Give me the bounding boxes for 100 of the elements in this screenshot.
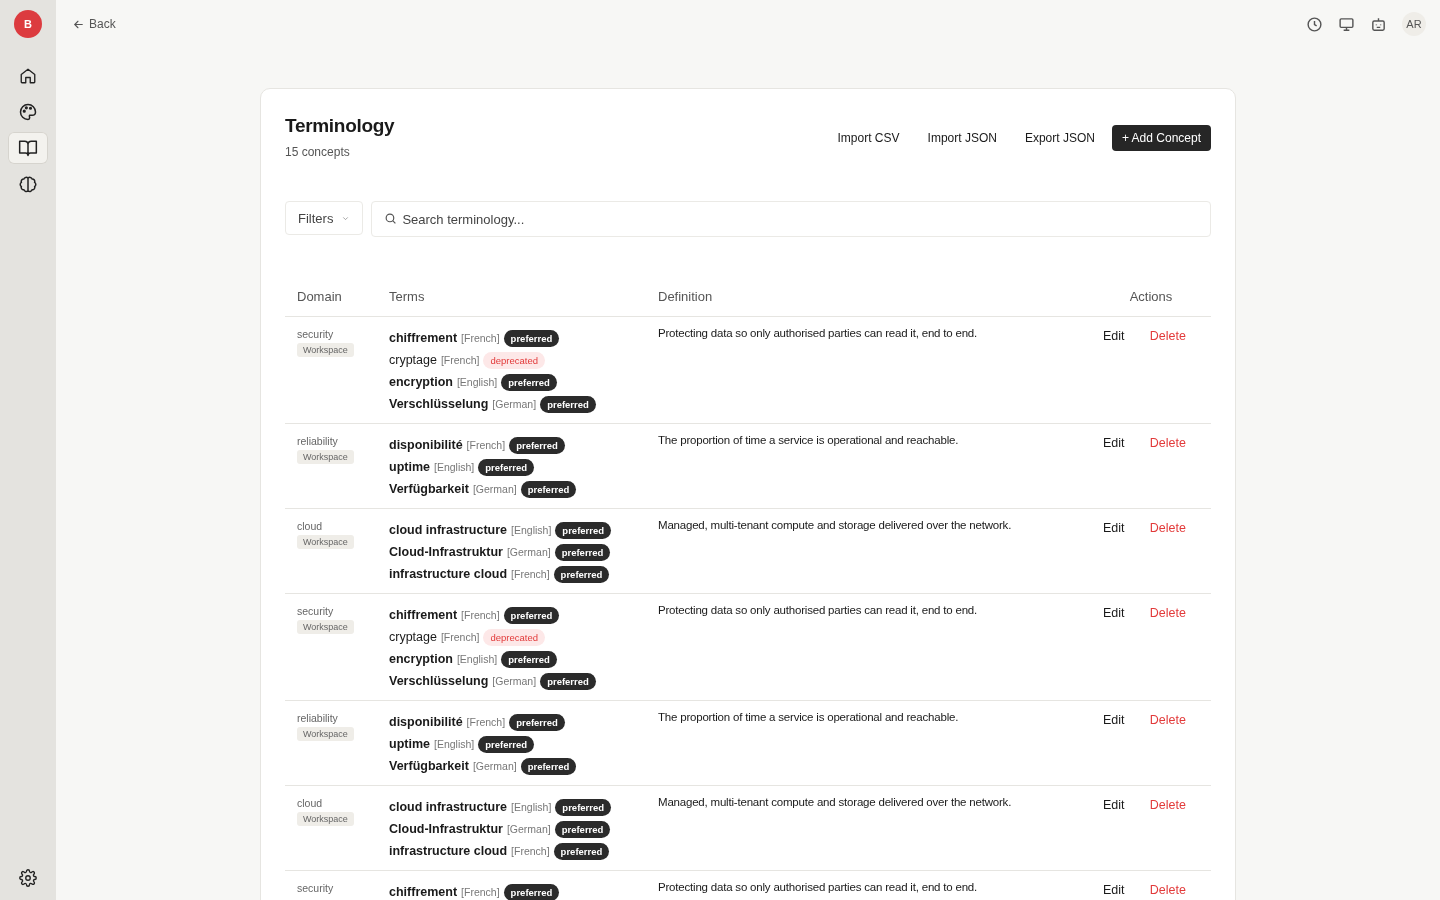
scope-badge: Workspace (297, 343, 354, 357)
definition-text: Managed, multi-tenant compute and storage delivered over the network. (658, 519, 1013, 531)
definition-text: Protecting data so only authorised parties can read it, end to end. (658, 327, 979, 339)
status-badge: preferred (503, 606, 560, 624)
term-name: infrastructure cloud (389, 844, 508, 858)
status-badge: preferred (520, 757, 577, 775)
language-tag: [French] (466, 439, 506, 451)
delete-button[interactable]: Delete (1149, 883, 1186, 897)
status-badge: preferred (478, 735, 534, 753)
term-name: disponibilité (389, 715, 463, 729)
edit-button[interactable]: Edit (1103, 606, 1125, 620)
toolbar-button[interactable]: Export JSON (1013, 125, 1106, 151)
status-badge: preferred (501, 650, 557, 668)
delete-button[interactable]: Delete (1149, 798, 1186, 812)
status-badge: deprecated (483, 628, 545, 646)
scope-badge: Workspace (297, 450, 354, 464)
term-name: cryptage (389, 353, 437, 367)
status-badge: preferred (478, 458, 534, 476)
status-badge: deprecated (483, 351, 545, 369)
term-name: disponibilité (389, 438, 463, 452)
term-name: uptime (389, 460, 430, 474)
logo-avatar[interactable]: B (14, 10, 42, 38)
status-badge: preferred (503, 329, 560, 347)
term-name: Cloud-Infrastruktur (389, 822, 503, 836)
user-avatar[interactable]: AR (1402, 12, 1426, 36)
delete-button[interactable]: Delete (1149, 521, 1186, 535)
scope-badge: Workspace (297, 812, 354, 826)
domain-label: security (297, 882, 335, 894)
language-tag: [English] (456, 653, 498, 665)
language-tag: [French] (511, 568, 550, 580)
term-name: cloud infrastructure (389, 523, 508, 537)
term-name: uptime (389, 737, 430, 751)
definition-text: Protecting data so only authorised parties can read it, end to end. (658, 604, 979, 616)
term-name: Verschlüsselung (389, 397, 489, 411)
domain-label: security (297, 605, 335, 617)
language-tag: [German] (506, 546, 551, 558)
language-tag: [German] (506, 823, 551, 835)
add-concept-button[interactable]: + Add Concept (1111, 125, 1211, 151)
delete-button[interactable]: Delete (1149, 436, 1186, 450)
status-badge: preferred (554, 543, 611, 561)
scope-badge: Workspace (297, 535, 354, 549)
home-icon (19, 67, 37, 85)
filters-dropdown[interactable]: Filters (285, 201, 364, 235)
status-badge: preferred (540, 395, 596, 413)
status-badge: preferred (509, 713, 565, 731)
definition-text: The proportion of time a service is operational and reachable. (658, 711, 960, 723)
domain-label: cloud (297, 797, 324, 809)
language-tag: [German] (472, 483, 517, 495)
language-tag: [French] (511, 845, 550, 857)
term-name: chiffrement (389, 885, 458, 899)
language-tag: [German] (492, 398, 537, 410)
edit-button[interactable]: Edit (1103, 798, 1125, 812)
delete-button[interactable]: Delete (1149, 329, 1186, 343)
domain-label: security (297, 328, 335, 340)
language-tag: [French] (461, 332, 500, 344)
robot-icon[interactable] (1370, 15, 1387, 33)
edit-button[interactable]: Edit (1103, 521, 1125, 535)
back-button[interactable]: Back (72, 17, 116, 31)
language-tag: [English] (434, 461, 475, 473)
term-name: chiffrement (389, 608, 458, 622)
edit-button[interactable]: Edit (1103, 436, 1125, 450)
status-badge: preferred (553, 565, 610, 583)
term-name: cloud infrastructure (389, 800, 508, 814)
book-icon (18, 138, 38, 158)
language-tag: [French] (461, 886, 500, 898)
status-badge: preferred (554, 820, 611, 838)
status-badge: preferred (555, 521, 612, 539)
search-field[interactable]: Search terminology... (371, 201, 1211, 237)
term-name: cryptage (389, 630, 437, 644)
language-tag: [French] (466, 716, 506, 728)
scope-badge: Workspace (297, 727, 354, 741)
term-name: Cloud-Infrastruktur (389, 545, 503, 559)
status-badge: preferred (503, 883, 560, 900)
status-badge: preferred (509, 436, 565, 454)
toolbar-button[interactable]: Import JSON (916, 125, 1008, 151)
term-name: encryption (389, 375, 453, 389)
edit-button[interactable]: Edit (1103, 713, 1125, 727)
term-name: chiffrement (389, 331, 458, 345)
clock-icon[interactable] (1306, 15, 1323, 33)
term-name: Verschlüsselung (389, 674, 489, 688)
status-badge: preferred (520, 480, 577, 498)
toolbar-button[interactable]: Import CSV (826, 125, 911, 151)
nav-button[interactable] (8, 132, 48, 164)
delete-button[interactable]: Delete (1149, 713, 1186, 727)
edit-button[interactable]: Edit (1103, 329, 1125, 343)
domain-label: cloud (297, 520, 324, 532)
settings-icon (19, 869, 37, 887)
language-tag: [English] (434, 738, 475, 750)
column-header: Domain (285, 281, 377, 317)
brain-icon (18, 174, 38, 194)
scope-badge: Workspace (297, 620, 354, 634)
column-header: Actions (1091, 281, 1211, 317)
status-badge: preferred (501, 373, 557, 391)
definition-text: Protecting data so only authorised parties can read it, end to end. (658, 881, 979, 893)
delete-button[interactable]: Delete (1149, 606, 1186, 620)
language-tag: [English] (456, 376, 498, 388)
edit-button[interactable]: Edit (1103, 883, 1125, 897)
term-name: encryption (389, 652, 453, 666)
column-header: Definition (646, 281, 1091, 317)
monitor-icon[interactable] (1338, 15, 1355, 33)
